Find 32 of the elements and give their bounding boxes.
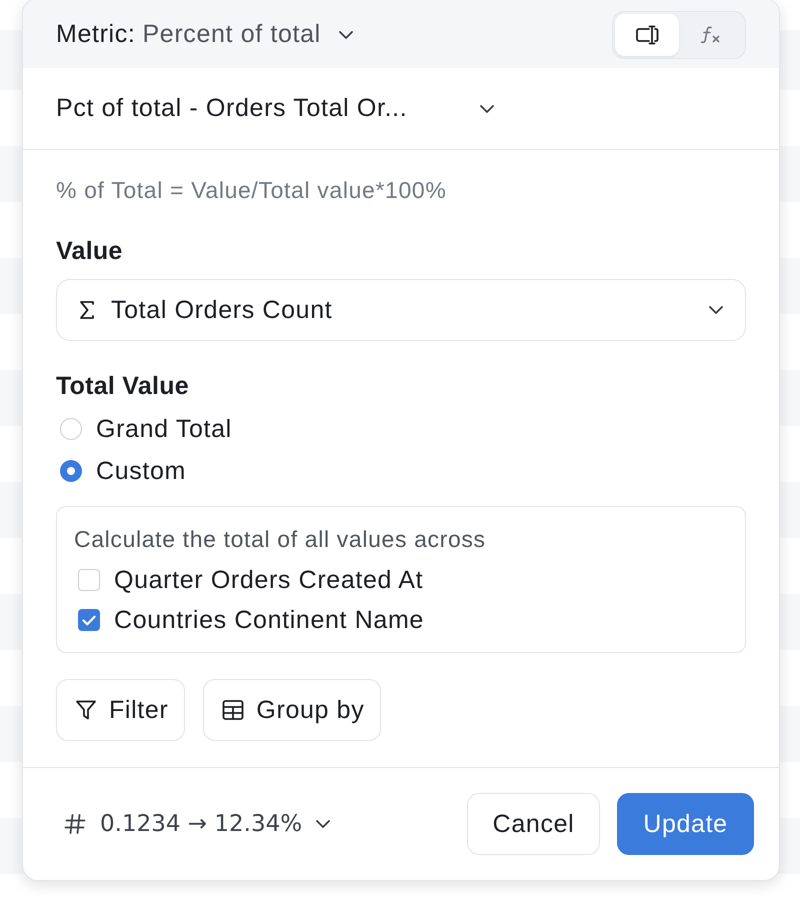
section-label: Value bbox=[56, 236, 124, 266]
radio-label[interactable]: Custom bbox=[96, 456, 186, 486]
filter-button[interactable]: Filter bbox=[56, 679, 186, 741]
text-cursor-field-icon bbox=[635, 24, 659, 44]
sigma-icon bbox=[79, 300, 95, 320]
chevron-down-icon bbox=[480, 104, 494, 112]
panel-caption: Calculate the total of all values across bbox=[74, 525, 487, 554]
chevron-down-icon bbox=[316, 820, 330, 828]
table-icon bbox=[222, 699, 244, 721]
cancel-button[interactable]: Cancel bbox=[467, 793, 600, 855]
select-value: Total Orders Count bbox=[111, 296, 332, 324]
chevron-down-icon bbox=[709, 306, 723, 314]
update-button[interactable]: Update bbox=[617, 793, 754, 855]
check-icon bbox=[82, 614, 96, 626]
checkbox-label[interactable]: Countries Continent Name bbox=[114, 606, 424, 634]
number-format-dropdown[interactable]: 0.1234 → 12.34% bbox=[56, 811, 338, 837]
mode-toggle-option[interactable] bbox=[615, 14, 679, 56]
hash-icon bbox=[64, 813, 86, 835]
checkbox[interactable] bbox=[78, 609, 100, 631]
filter-icon bbox=[75, 699, 97, 721]
metric-type-dropdown[interactable]: Metric: Percent of total bbox=[56, 20, 353, 49]
radio-button[interactable] bbox=[60, 460, 82, 482]
radio-label[interactable]: Grand Total bbox=[96, 414, 232, 444]
radio-button[interactable] bbox=[60, 418, 82, 440]
checkbox-label[interactable]: Quarter Orders Created At bbox=[114, 566, 424, 594]
metric-dropdown[interactable]: Pct of total - Orders Total Or... bbox=[56, 94, 494, 123]
section-label: Total Value bbox=[56, 371, 190, 401]
value-select[interactable]: Total Orders Count bbox=[56, 279, 746, 341]
chevron-down-icon bbox=[338, 30, 353, 38]
formula-hint: % of Total = Value/Total value*100% bbox=[56, 176, 448, 205]
group-by-button[interactable]: Group by bbox=[203, 679, 382, 741]
checkbox[interactable] bbox=[78, 569, 100, 591]
